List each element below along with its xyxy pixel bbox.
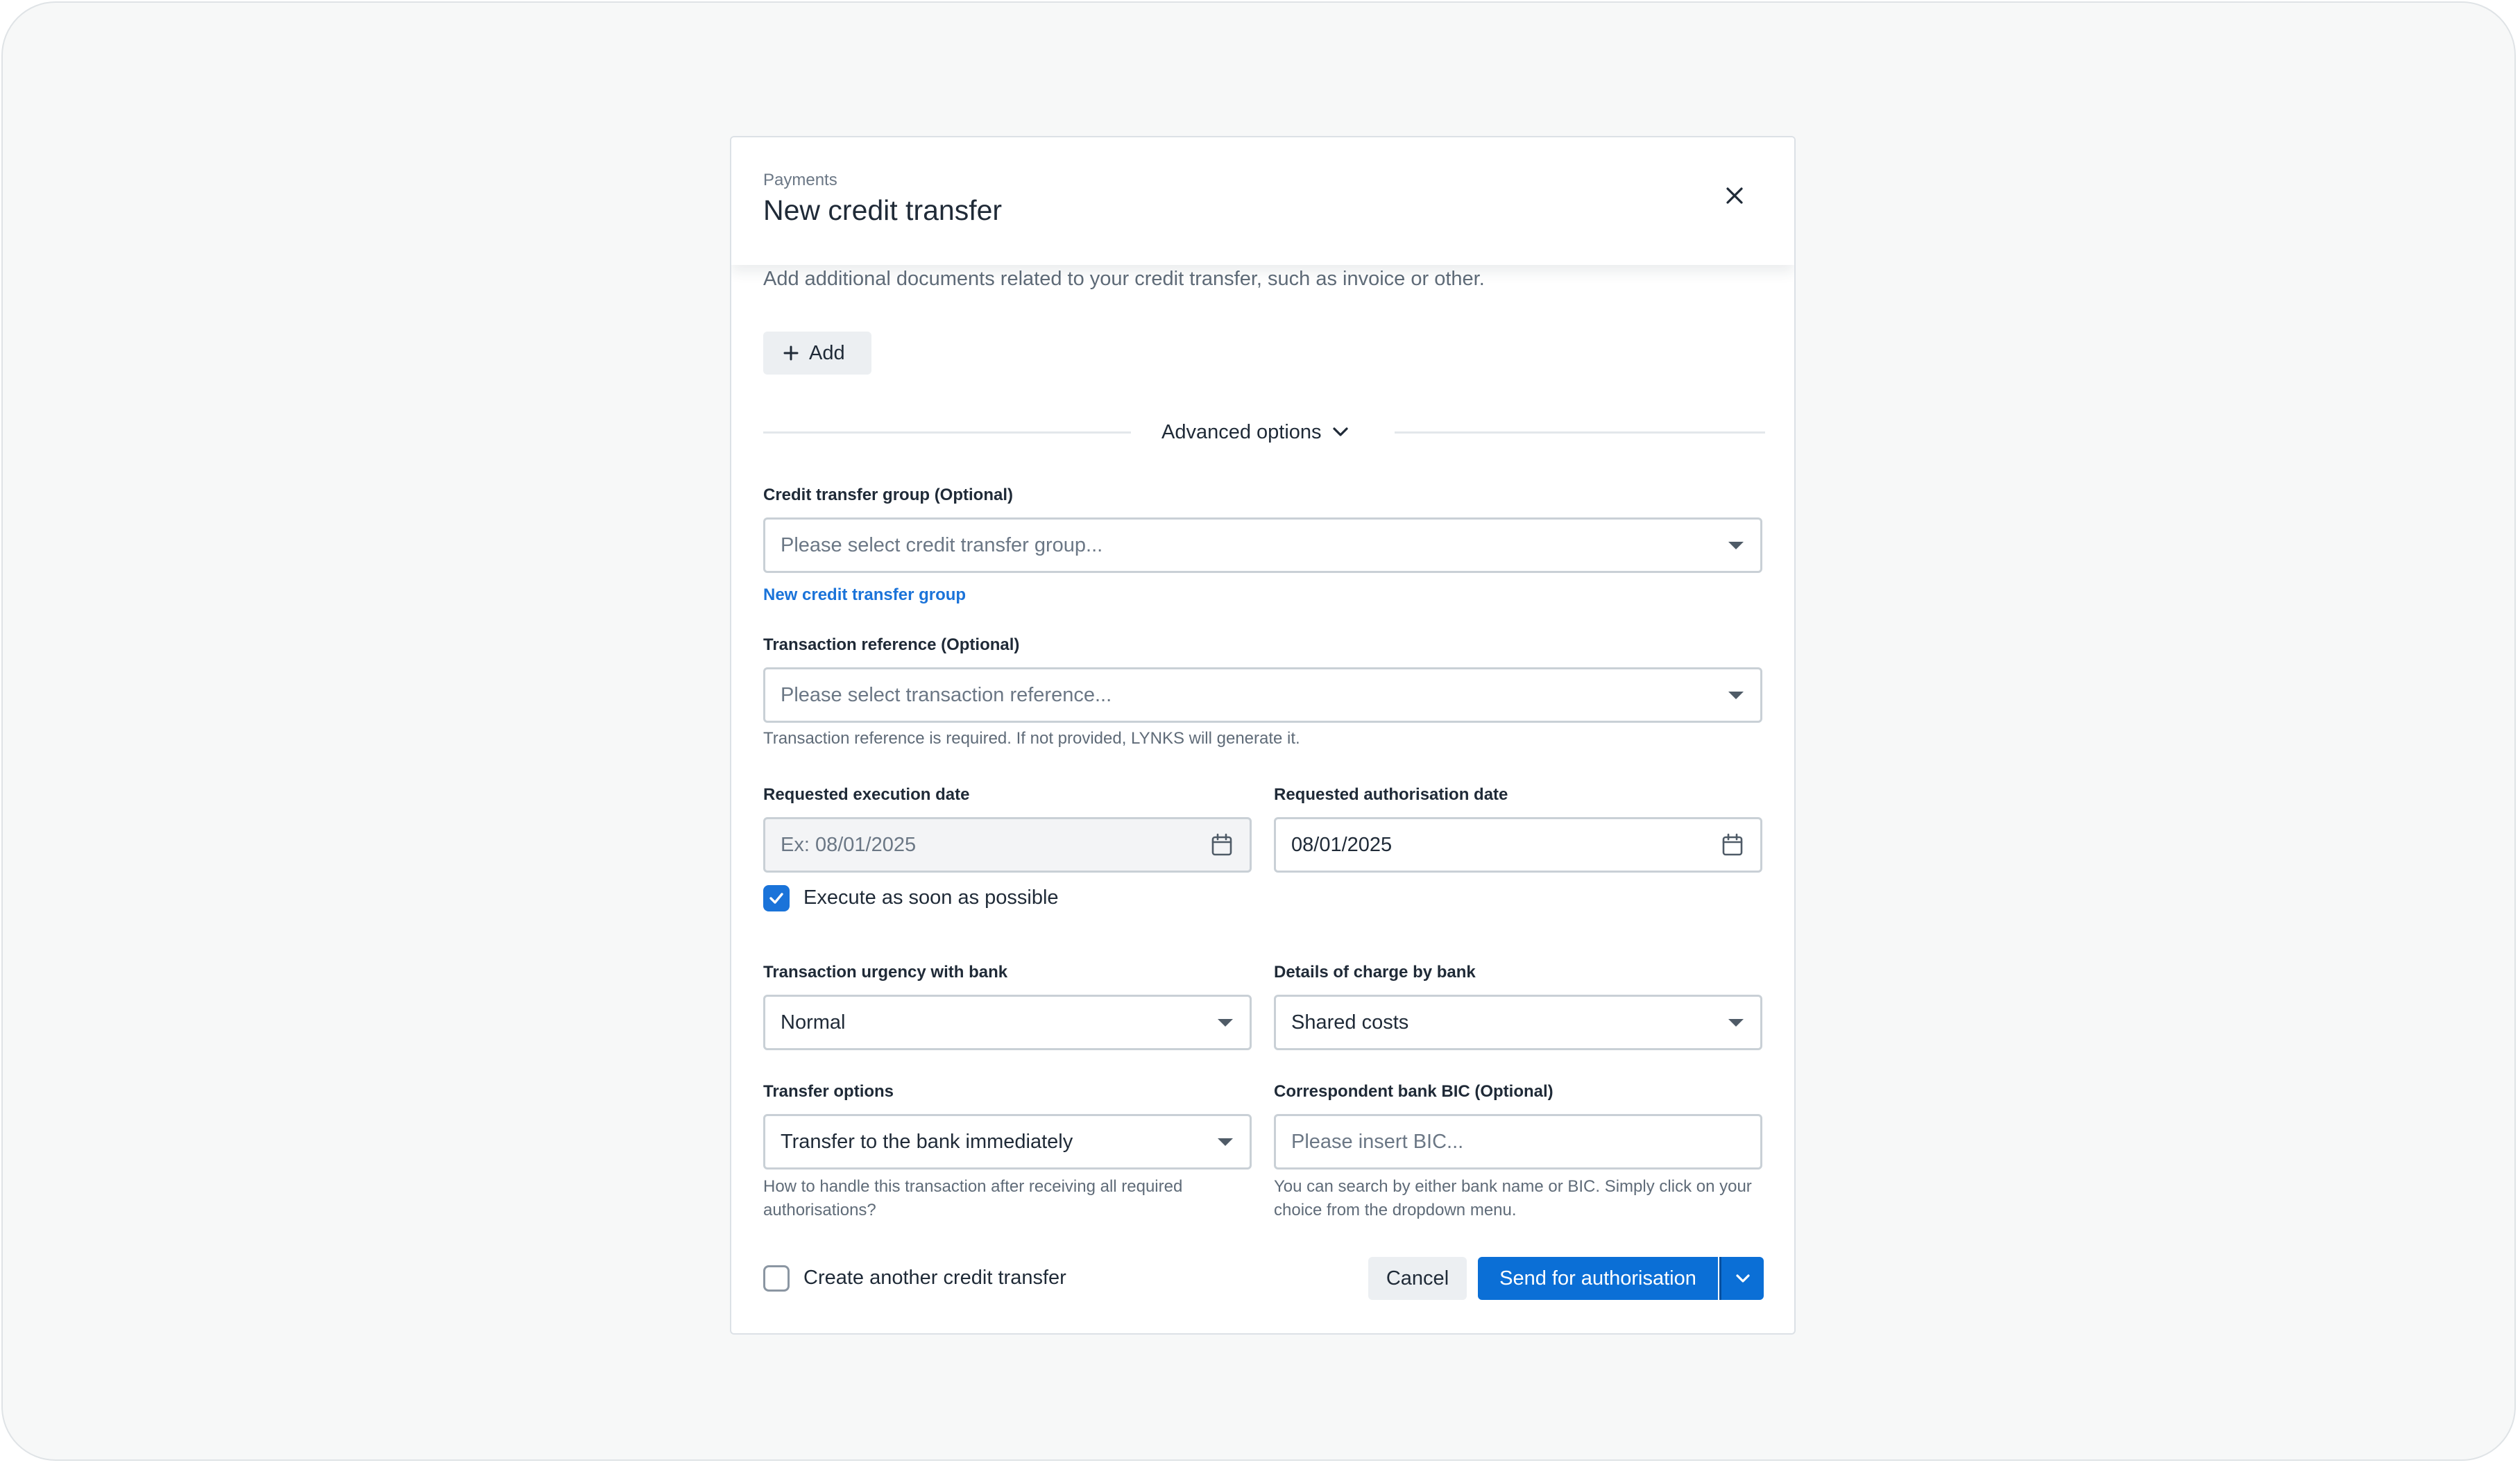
caret-down-icon [1728,541,1744,549]
close-button[interactable] [1718,179,1751,212]
dialog-header: Payments New credit transfer [731,137,1794,265]
add-document-button[interactable]: Add [763,332,871,375]
authorisation-date-value: 08/01/2025 [1291,833,1393,856]
checkmark-icon [769,893,783,904]
urgency-value: Normal [781,1011,846,1034]
caret-down-icon [1218,1018,1233,1027]
plus-icon [783,345,799,361]
close-icon [1726,187,1743,204]
charges-select[interactable]: Shared costs [1274,995,1762,1050]
caret-down-icon [1728,1018,1744,1027]
dialog-title: New credit transfer [763,194,1003,226]
execution-date-placeholder: Ex: 08/01/2025 [781,833,917,856]
create-another-checkbox[interactable] [763,1265,790,1292]
group-placeholder: Please select credit transfer group... [781,533,1103,556]
authorisation-date-label: Requested authorisation date [1274,785,1508,804]
send-options-dropdown-button[interactable] [1719,1257,1764,1300]
chevron-down-icon [1735,1274,1750,1283]
urgency-label: Transaction urgency with bank [763,963,1008,982]
transfer-options-select[interactable]: Transfer to the bank immediately [763,1114,1252,1170]
create-another-label: Create another credit transfer [803,1267,1066,1289]
charges-label: Details of charge by bank [1274,963,1476,982]
divider-right [1395,431,1765,434]
caret-down-icon [1218,1138,1233,1146]
execution-date-label: Requested execution date [763,785,970,804]
execution-date-input[interactable]: Ex: 08/01/2025 [763,817,1252,873]
charges-value: Shared costs [1291,1011,1409,1034]
caret-down-icon [1728,691,1744,699]
app-frame: Payments New credit transfer Add additio… [1,1,2516,1461]
reference-placeholder: Please select transaction reference... [781,683,1112,706]
bic-label: Correspondent bank BIC (Optional) [1274,1082,1553,1101]
new-group-link[interactable]: New credit transfer group [763,585,966,605]
chevron-down-icon [1332,427,1348,436]
advanced-options-label: Advanced options [1161,420,1322,443]
cancel-button[interactable]: Cancel [1368,1257,1467,1300]
calendar-icon [1722,833,1743,856]
group-label: Credit transfer group (Optional) [763,486,1013,504]
transfer-options-help: How to handle this transaction after rec… [763,1177,1183,1219]
authorisation-date-input[interactable]: 08/01/2025 [1274,817,1762,873]
reference-help: Transaction reference is required. If no… [763,729,1300,748]
bic-placeholder: Please insert BIC... [1291,1130,1464,1153]
urgency-select[interactable]: Normal [763,995,1252,1050]
reference-label: Transaction reference (Optional) [763,635,1020,654]
credit-transfer-group-select[interactable]: Please select credit transfer group... [763,517,1762,573]
advanced-options-toggle[interactable]: Advanced options [1161,415,1350,449]
asap-checkbox[interactable] [763,885,790,911]
send-for-authorisation-button[interactable]: Send for authorisation [1478,1257,1718,1300]
new-credit-transfer-dialog: Payments New credit transfer Add additio… [730,136,1796,1335]
transfer-options-value: Transfer to the bank immediately [781,1130,1073,1153]
dialog-eyebrow: Payments [763,171,837,189]
asap-label: Execute as soon as possible [803,886,1059,909]
divider-left [763,431,1131,434]
transaction-reference-select[interactable]: Please select transaction reference... [763,667,1762,723]
add-button-label: Add [809,341,845,364]
attachments-description: Add additional documents related to your… [763,268,1485,290]
calendar-icon [1211,833,1232,856]
bic-help: You can search by either bank name or BI… [1274,1177,1752,1219]
bic-input[interactable]: Please insert BIC... [1274,1114,1762,1170]
dialog-body: Add additional documents related to your… [731,137,1794,1333]
transfer-options-label: Transfer options [763,1082,894,1101]
